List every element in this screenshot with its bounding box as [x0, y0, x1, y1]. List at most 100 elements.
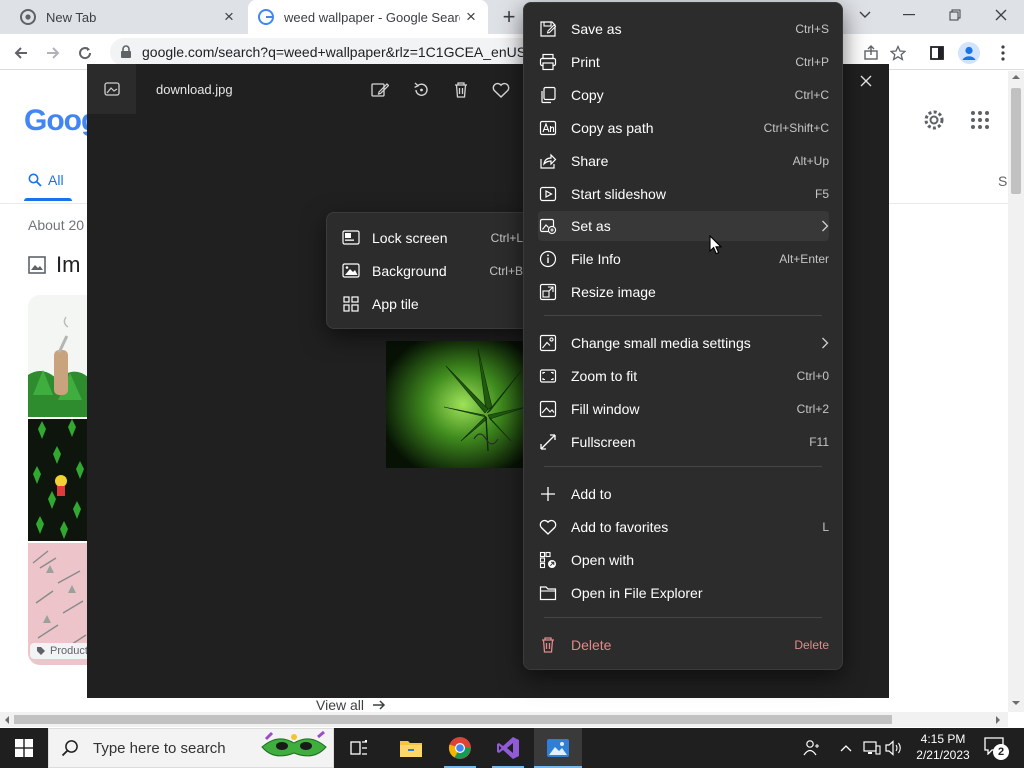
- menu-item-background[interactable]: Background Ctrl+B: [341, 256, 523, 286]
- people-icon[interactable]: [800, 738, 822, 758]
- menu-item-shortcut: Ctrl+Shift+C: [763, 121, 829, 135]
- tab-google-search[interactable]: weed wallpaper - Google Search ×: [248, 0, 488, 34]
- set-as-icon: [538, 216, 558, 236]
- scroll-left-arrow-icon[interactable]: [4, 715, 10, 725]
- menu-item-label: Delete: [571, 637, 612, 653]
- close-viewer-icon[interactable]: [856, 71, 876, 91]
- product-chip[interactable]: Product: [30, 643, 94, 659]
- image-results-strip: [28, 295, 88, 665]
- chevron-right-icon: [821, 220, 829, 232]
- address-bar[interactable]: google.com/search?q=weed+wallpaper&rlz=1…: [110, 38, 560, 66]
- menu-item-start-slideshow[interactable]: Start slideshow F5: [538, 179, 829, 209]
- copy-icon: [538, 85, 558, 105]
- menu-item-label: Copy: [571, 87, 604, 103]
- search-highlight-mask-icon[interactable]: [258, 731, 330, 765]
- task-view-icon[interactable]: [336, 728, 384, 768]
- horizontal-scroll-thumb[interactable]: [14, 715, 892, 724]
- minimize-icon[interactable]: [886, 0, 932, 30]
- active-tab-indicator: [24, 198, 72, 201]
- menu-item-share[interactable]: Share Alt+Up: [538, 146, 829, 176]
- taskbar-clock[interactable]: 4:15 PM 2/21/2023: [908, 731, 978, 763]
- network-icon[interactable]: [862, 738, 882, 758]
- edit-image-icon[interactable]: [368, 78, 392, 102]
- scroll-up-arrow-icon[interactable]: [1011, 74, 1021, 80]
- menu-item-open-with[interactable]: Open with: [538, 545, 829, 575]
- menu-item-fullscreen[interactable]: Fullscreen F11: [538, 427, 829, 457]
- menu-item-app-tile[interactable]: App tile: [341, 289, 523, 319]
- chevron-right-icon: [821, 337, 829, 349]
- reload-icon[interactable]: [72, 40, 98, 66]
- volume-icon[interactable]: [884, 738, 904, 758]
- slideshow-icon: [538, 184, 558, 204]
- close-tab-icon[interactable]: ×: [218, 6, 240, 28]
- delete-icon[interactable]: [449, 78, 473, 102]
- menu-item-open-in-file-explorer[interactable]: Open in File Explorer: [538, 578, 829, 608]
- menu-item-shortcut: Ctrl+C: [794, 88, 829, 102]
- notification-center-button[interactable]: 2: [980, 734, 1010, 762]
- clock-time: 4:15 PM: [920, 732, 966, 746]
- menu-item-file-info[interactable]: File Info Alt+Enter: [538, 244, 829, 274]
- vertical-scroll-thumb[interactable]: [1011, 88, 1021, 194]
- tab-new-tab[interactable]: New Tab ×: [12, 0, 246, 34]
- search-icon: [61, 739, 79, 757]
- close-window-icon[interactable]: [978, 0, 1024, 30]
- new-tab-button[interactable]: +: [496, 4, 522, 30]
- menu-item-print[interactable]: Print Ctrl+P: [538, 47, 829, 77]
- menu-item-delete[interactable]: Delete Delete: [538, 630, 829, 660]
- file-explorer-icon[interactable]: [387, 728, 435, 768]
- clipped-nav-item[interactable]: S: [998, 173, 1007, 189]
- profile-avatar-icon[interactable]: [956, 40, 982, 66]
- menu-item-label: Print: [571, 54, 600, 70]
- menu-item-set-as[interactable]: Set as: [538, 211, 829, 241]
- side-panel-icon[interactable]: [924, 40, 950, 66]
- favorite-icon[interactable]: [489, 78, 513, 102]
- clock-date: 2/21/2023: [916, 748, 970, 762]
- image-result-thumbnail[interactable]: [28, 295, 88, 417]
- menu-item-fill-window[interactable]: Fill window Ctrl+2: [538, 394, 829, 424]
- menu-item-shortcut: Alt+Up: [792, 154, 829, 168]
- menu-item-label: Background: [372, 263, 447, 279]
- image-result-thumbnail[interactable]: [28, 419, 88, 541]
- start-button[interactable]: [0, 728, 48, 768]
- menu-item-copy[interactable]: Copy Ctrl+C: [538, 80, 829, 110]
- chrome-taskbar-icon[interactable]: [436, 728, 484, 768]
- results-count: About 20: [28, 217, 85, 233]
- forward-icon[interactable]: [40, 40, 66, 66]
- view-all-link[interactable]: View all: [316, 697, 386, 713]
- menu-separator: [544, 617, 822, 618]
- visual-studio-icon[interactable]: [484, 728, 532, 768]
- menu-item-lock-screen[interactable]: Lock screen Ctrl+L: [341, 223, 523, 253]
- bookmark-star-icon[interactable]: [885, 40, 911, 66]
- scroll-right-arrow-icon[interactable]: [995, 715, 1001, 725]
- tab-search-icon[interactable]: [842, 0, 888, 30]
- menu-item-shortcut: F5: [814, 187, 829, 201]
- share-page-icon[interactable]: [858, 40, 884, 66]
- google-favicon-icon: [258, 9, 274, 25]
- photos-app-icon[interactable]: [87, 64, 136, 114]
- menu-separator: [544, 315, 822, 316]
- search-tab-all[interactable]: All: [28, 172, 64, 188]
- chrome-menu-icon[interactable]: [990, 40, 1016, 66]
- tab-all-label: All: [48, 172, 64, 188]
- photos-taskbar-icon[interactable]: [534, 728, 582, 768]
- close-tab-icon[interactable]: ×: [460, 6, 482, 28]
- menu-item-copy-as-path[interactable]: Copy as path Ctrl+Shift+C: [538, 113, 829, 143]
- menu-item-shortcut: F11: [809, 435, 829, 449]
- menu-item-add-to-favorites[interactable]: Add to favorites L: [538, 512, 829, 542]
- restore-icon[interactable]: [932, 0, 978, 30]
- menu-item-change-small-media-settings[interactable]: Change small media settings: [538, 328, 829, 358]
- menu-item-zoom-to-fit[interactable]: Zoom to fit Ctrl+0: [538, 361, 829, 391]
- rotate-icon[interactable]: [409, 78, 433, 102]
- back-icon[interactable]: [8, 40, 34, 66]
- open-with-icon: [538, 550, 558, 570]
- menu-item-label: Zoom to fit: [571, 368, 638, 384]
- google-apps-icon[interactable]: [970, 110, 990, 130]
- menu-item-resize-image[interactable]: Resize image: [538, 277, 829, 307]
- menu-item-add-to[interactable]: Add to: [538, 479, 829, 509]
- show-hidden-icons-chevron-icon[interactable]: [838, 738, 854, 758]
- displayed-photo[interactable]: [386, 341, 526, 468]
- menu-item-save-as[interactable]: Save as Ctrl+S: [538, 14, 829, 44]
- viewer-filename: download.jpg: [156, 82, 233, 97]
- settings-gear-icon[interactable]: [922, 108, 946, 132]
- scroll-down-arrow-icon[interactable]: [1011, 700, 1021, 706]
